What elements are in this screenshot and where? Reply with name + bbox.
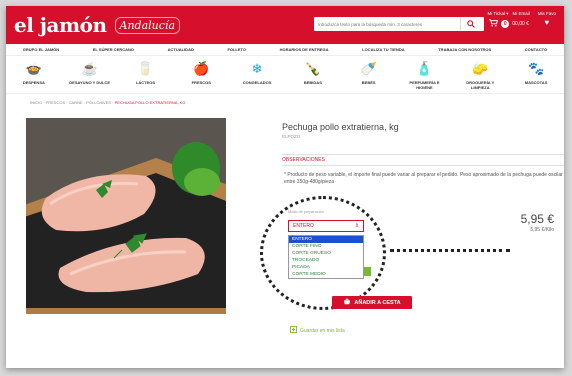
cart-count-badge: 0 bbox=[501, 20, 510, 28]
coffee-icon: ☕ bbox=[81, 61, 98, 76]
product-price: 5,95 € bbox=[520, 212, 554, 226]
observations-text: * Producto de peso variable, el importe … bbox=[284, 172, 563, 185]
nav-item-trabaja[interactable]: TRABAJA CON NOSOTROS bbox=[438, 47, 491, 52]
nav-item-grupo[interactable]: GRUPO EL JAMÓN bbox=[23, 47, 59, 52]
cleaning-icon: 🧽 bbox=[472, 61, 489, 76]
breadcrumb-path[interactable]: INICIO · FRESCOS · CARNE · POLLO/AVES · bbox=[30, 100, 114, 105]
category-drogueria[interactable]: 🧽 DROGUERÍA Y LIMPIEZA bbox=[457, 60, 503, 90]
fruit-icon: 🍎 bbox=[193, 61, 210, 76]
category-label: LÁCTEOS bbox=[135, 80, 156, 85]
highlight-pointer-annotation bbox=[390, 249, 510, 252]
category-label: DESPENSA bbox=[22, 80, 45, 85]
category-lacteos[interactable]: 🥛 LÁCTEOS bbox=[122, 60, 168, 85]
observations-label: OBSERVACIONES bbox=[282, 157, 325, 163]
nav-item-actualidad[interactable]: ACTUALIDAD bbox=[168, 47, 194, 52]
user-area: Mi Tickal ▾ Mi Email 0 00,00 € Mis Favo … bbox=[487, 11, 556, 29]
milk-icon: 🥛 bbox=[137, 61, 154, 76]
nav-item-horarios[interactable]: HORARIOS DE ENTREGA bbox=[280, 47, 329, 52]
cart-icon[interactable] bbox=[488, 19, 499, 29]
email-label[interactable]: Mi Email bbox=[512, 11, 529, 17]
save-to-list-label: Guardar en mis lista bbox=[300, 327, 345, 334]
category-perfumeria[interactable]: 🧴 PERFUMERÍA E HIGIENE bbox=[401, 60, 447, 90]
save-to-list-link[interactable]: Guardar en mis lista bbox=[290, 326, 345, 335]
category-label: FRESCOS bbox=[191, 80, 211, 85]
category-label: DESAYUNO Y DULCE bbox=[69, 80, 111, 85]
category-label: DROGUERÍA Y LIMPIEZA bbox=[466, 80, 495, 90]
breadcrumb: INICIO · FRESCOS · CARNE · POLLO/AVES · … bbox=[30, 100, 185, 105]
favorites-label: Mis Favo bbox=[537, 11, 556, 16]
unit-price: 5,95 €/Kilo bbox=[530, 227, 554, 233]
category-bar: 🍲 DESPENSA ☕ DESAYUNO Y DULCE 🥛 LÁCTEOS 🍎 FR… bbox=[6, 56, 564, 94]
category-frescos[interactable]: 🍎 FRESCOS bbox=[178, 60, 224, 85]
add-to-cart-label: AÑADIR A CESTA bbox=[354, 299, 401, 306]
browser-page: el jamón Andalucía Mi Tickal ▾ Mi Email … bbox=[6, 6, 564, 368]
product-title: Pechuga pollo extratierna, kg bbox=[282, 122, 399, 132]
search-input[interactable] bbox=[314, 21, 460, 27]
category-label: PERFUMERÍA E HIGIENE bbox=[409, 80, 440, 90]
category-bebidas[interactable]: 🍾 BEBIDAS bbox=[290, 60, 336, 85]
paw-icon: 🐾 bbox=[527, 61, 545, 76]
favorites-link[interactable]: Mis Favo ♥ bbox=[538, 11, 556, 27]
heart-icon: ♥ bbox=[544, 18, 550, 27]
category-congelados[interactable]: ❄ CONGELADOS bbox=[234, 60, 280, 85]
category-mascotas[interactable]: 🐾 MASCOTAS bbox=[513, 60, 559, 85]
basket-icon bbox=[343, 298, 351, 307]
category-bebes[interactable]: 🍼 BEBÉS bbox=[346, 60, 392, 85]
nav-item-contacto[interactable]: CONTACTO bbox=[525, 47, 547, 52]
product-image bbox=[26, 118, 226, 314]
category-label: BEBIDAS bbox=[303, 80, 322, 85]
breadcrumb-current: PECHUGA POLLO EXTRATIERNA, KG bbox=[114, 100, 186, 105]
logo-badge: Andalucía bbox=[114, 16, 180, 34]
cart-total: 00,00 € bbox=[512, 21, 529, 27]
observations-header[interactable]: OBSERVACIONES – bbox=[282, 154, 564, 166]
pot-icon: 🍲 bbox=[25, 61, 42, 76]
category-desayuno[interactable]: ☕ DESAYUNO Y DULCE bbox=[67, 60, 113, 85]
category-label: MASCOTAS bbox=[524, 80, 548, 85]
main-nav: GRUPO EL JAMÓN EL SÚPER CERCANO ACTUALID… bbox=[6, 44, 564, 56]
cart-summary[interactable]: 0 00,00 € bbox=[488, 19, 529, 29]
product-brand: ELPOZO bbox=[282, 134, 301, 139]
add-to-cart-button[interactable]: AÑADIR A CESTA bbox=[332, 296, 412, 309]
bottle-icon: 🍾 bbox=[304, 61, 321, 76]
account-menu[interactable]: Mi Tickal ▾ Mi Email 0 00,00 € bbox=[487, 11, 530, 29]
list-icon bbox=[290, 326, 297, 335]
search-bar bbox=[314, 17, 484, 31]
search-icon[interactable] bbox=[460, 17, 480, 31]
nav-item-super[interactable]: EL SÚPER CERCANO bbox=[93, 47, 134, 52]
site-header: el jamón Andalucía Mi Tickal ▾ Mi Email … bbox=[6, 6, 564, 44]
perfume-icon: 🧴 bbox=[416, 61, 433, 76]
category-despensa[interactable]: 🍲 DESPENSA bbox=[11, 60, 57, 85]
user-menu-label[interactable]: Mi Tickal ▾ bbox=[487, 11, 508, 17]
snowflake-icon: ❄ bbox=[251, 61, 263, 76]
baby-icon: 🍼 bbox=[360, 61, 377, 76]
highlight-circle-annotation bbox=[260, 196, 386, 310]
category-label: BEBÉS bbox=[361, 80, 376, 85]
site-logo[interactable]: el jamón bbox=[14, 13, 107, 37]
nav-item-folleto[interactable]: FOLLETO bbox=[227, 47, 246, 52]
nav-item-tienda[interactable]: LOCALIZA TU TIENDA bbox=[362, 47, 405, 52]
category-label: CONGELADOS bbox=[242, 80, 272, 85]
